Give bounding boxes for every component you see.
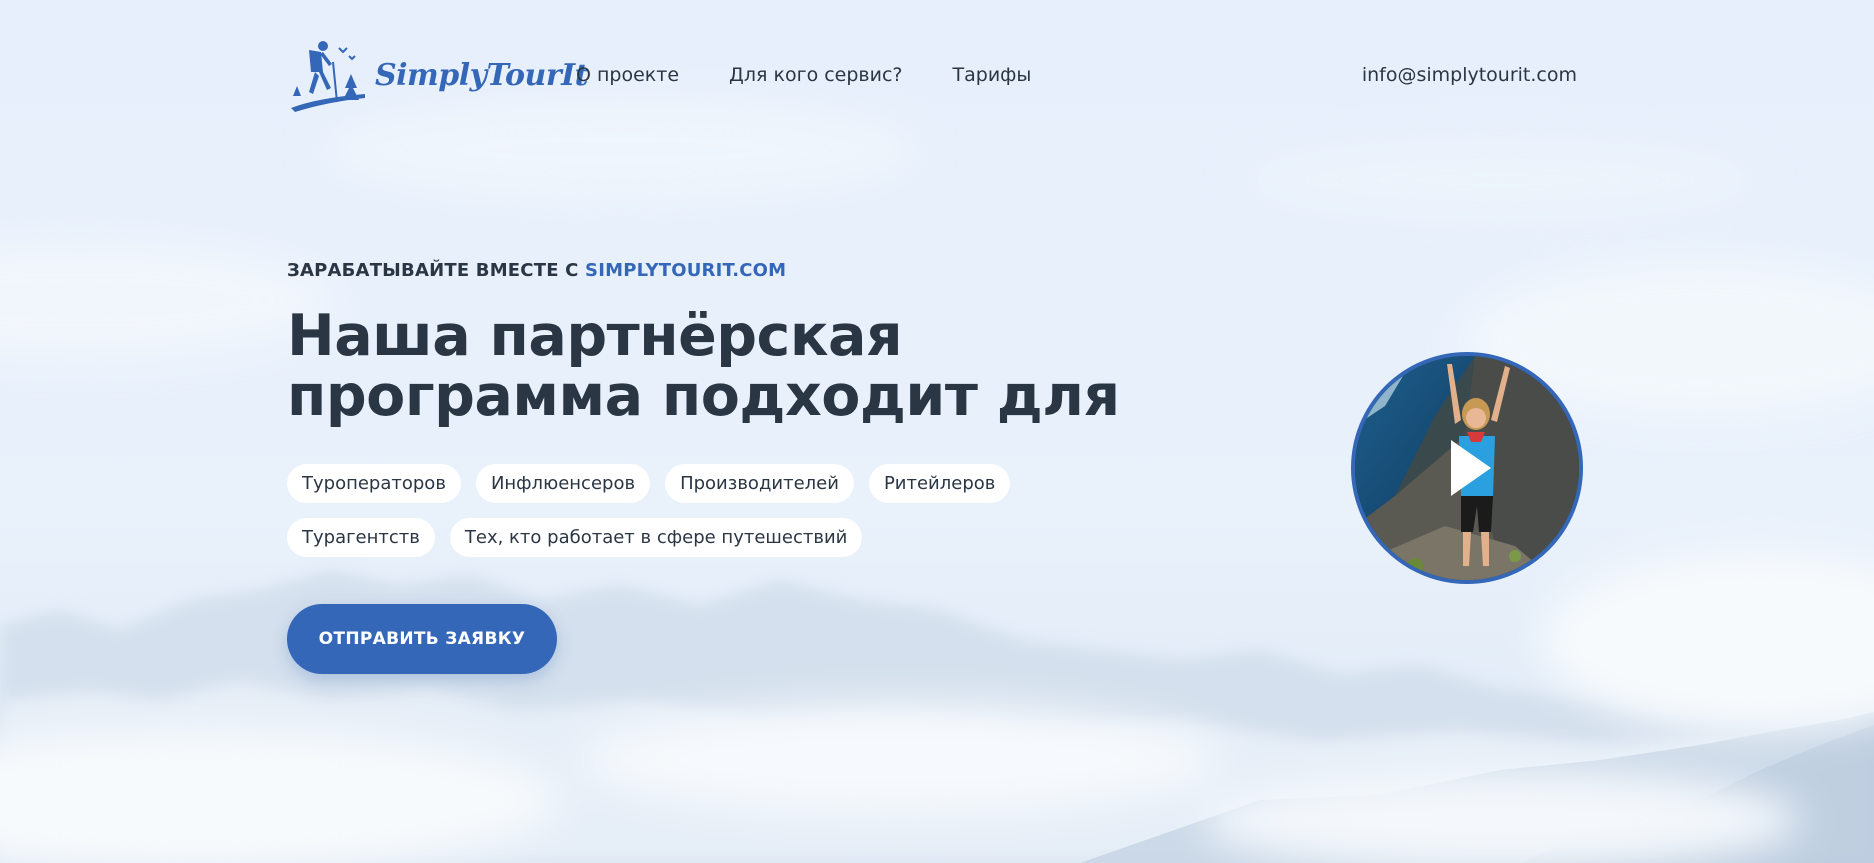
video-thumbnail[interactable] bbox=[1351, 352, 1583, 584]
hiker-logo-icon bbox=[291, 41, 365, 112]
logo[interactable]: SimplyTourIt bbox=[287, 36, 589, 114]
video-preview-image bbox=[1355, 356, 1579, 580]
nav-item-about[interactable]: О проекте bbox=[576, 64, 679, 86]
chip-manufacturers: Производителей bbox=[665, 464, 854, 503]
main-nav: О проекте Для кого сервис? Тарифы bbox=[576, 64, 1031, 86]
logo-wordmark: SimplyTourIt bbox=[375, 57, 589, 93]
chip-retailers: Ритейлеров bbox=[868, 464, 1011, 503]
chip-tour-operators: Туроператоров bbox=[287, 464, 461, 503]
submit-application-button[interactable]: ОТПРАВИТЬ ЗАЯВКУ bbox=[287, 604, 557, 674]
background-mountains-clouds bbox=[0, 0, 1874, 863]
nav-item-pricing[interactable]: Тарифы bbox=[953, 64, 1032, 86]
chip-travel-agencies: Турагентств bbox=[287, 518, 435, 557]
site-header: SimplyTourIt О проекте Для кого сервис? … bbox=[287, 36, 1577, 116]
hero-headline: Наша партнёрская программа подходит для bbox=[287, 303, 1120, 429]
chip-influencers: Инфлюенсеров bbox=[475, 464, 651, 503]
chip-travel-industry: Тех, кто работает в сфере путешествий bbox=[449, 518, 863, 557]
nav-item-audience[interactable]: Для кого сервис? bbox=[729, 64, 902, 86]
eyebrow-prefix: ЗАРАБАТЫВАЙТЕ ВМЕСТЕ С bbox=[287, 260, 579, 281]
contact-email-link[interactable]: info@simplytourit.com bbox=[1362, 64, 1577, 86]
eyebrow-accent: SIMPLYTOURIT.COM bbox=[585, 260, 787, 281]
hero-eyebrow: ЗАРАБАТЫВАЙТЕ ВМЕСТЕ С SIMPLYTOURIT.COM bbox=[287, 260, 786, 281]
audience-chips: Туроператоров Инфлюенсеров Производителе… bbox=[287, 464, 1107, 557]
